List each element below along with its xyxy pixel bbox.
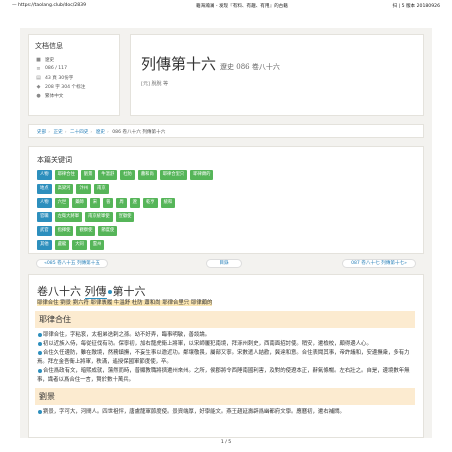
- doc-info-pages: ▤ 43 頁 30份字: [36, 74, 74, 81]
- tag-icon: ◆: [36, 83, 41, 90]
- keywords-panel: 本篇关键词 人物 耶律合住 劉景 牛溫舒 杜防 蕭和尚 耶律合里只 耶律頗的 地点 高梁河 汴州 南京…: [28, 146, 424, 254]
- keyword-tag[interactable]: 藥師: [72, 198, 87, 208]
- annotation-marker[interactable]: [38, 341, 42, 346]
- paragraph: 初以近族入侍，每從征伐有功。保寧初，加右龍虎衛上將軍，以宋師屢犯南境，拜涿州刺史…: [37, 340, 415, 349]
- keyword-tag[interactable]: 遼: [129, 198, 140, 208]
- keyword-tag[interactable]: 牛溫舒: [98, 170, 118, 180]
- breadcrumb-item[interactable]: 遼史: [96, 130, 105, 135]
- breadcrumb-current: 086 卷八十六 列傳第十六: [112, 129, 166, 135]
- header-site-title: 籍海瀚澜 - 发现『有料、有趣、有用』的古籍: [196, 4, 288, 9]
- list-icon: ≡: [36, 65, 41, 72]
- breadcrumb-item[interactable]: 正史: [54, 130, 63, 135]
- doc-info-marks: ◆ 208 字 304 个标注: [36, 83, 86, 90]
- keyword-tag[interactable]: 左衛大將軍: [54, 212, 83, 222]
- text-panel: 卷八十六 列傳 第十六 耶律合住 劉景 劉六符 耶律褭履 牛溫舒 杜防 蕭和尚 耶…: [28, 274, 424, 438]
- page-number: 1 / 5: [220, 440, 232, 445]
- keyword-row: 人物 六世 藥師宋晉周遼乾亨 統和: [37, 198, 415, 209]
- keyword-tag[interactable]: 統和: [160, 198, 176, 208]
- person-list: 耶律合住 劉景 劉六符 耶律褭履 牛溫舒 杜防 蕭和尚 耶律合里只 耶律頗的: [37, 300, 213, 306]
- page-header: — https://taolang.club/doc/2839 籍海瀚澜 - 发…: [0, 0, 452, 14]
- annotation-marker[interactable]: [38, 332, 42, 337]
- keyword-tag[interactable]: 指揮使: [54, 226, 74, 236]
- keyword-tag[interactable]: 耶律合里只: [159, 170, 188, 180]
- paragraph: 耶律合住，字粘衮，太祖弟迭剌之孫。幼不好弄，臨事明敏，善談論。: [37, 331, 415, 340]
- breadcrumb-item[interactable]: 二十四史: [70, 130, 88, 135]
- keyword-rows: 人物 耶律合住 劉景 牛溫舒 杜防 蕭和尚 耶律合里只 耶律頗的 地点 高梁河 汴州 南京 人物 六世 藥師…: [37, 170, 415, 251]
- doc-info-lang: ● 繁体中文: [36, 92, 64, 99]
- title-panel: 列傳第十六 遼史 086 卷八十六 [元] 脫脫 等: [130, 34, 424, 116]
- page-subtitle: 遼史 086 卷八十六: [220, 63, 280, 71]
- keyword-row: 武官 指揮使 觀察使 節度使: [37, 226, 415, 237]
- keyword-tag[interactable]: 宣徽使: [115, 212, 135, 222]
- header-url[interactable]: — https://taolang.club/doc/2839: [12, 3, 86, 8]
- keyword-tag[interactable]: 盧龍: [54, 240, 70, 250]
- keyword-tag[interactable]: 耶律合住: [54, 170, 78, 180]
- doc-info-book: ■ 遼史: [36, 56, 55, 63]
- page-icon: ▤: [36, 74, 41, 81]
- keyword-tag[interactable]: 周: [116, 198, 127, 208]
- section-heading: 劉景: [35, 388, 415, 405]
- keyword-tag[interactable]: 蕭和尚: [137, 170, 157, 180]
- breadcrumb-item[interactable]: 史部: [37, 130, 46, 135]
- page-title: 列傳第十六 遼史 086 卷八十六: [141, 55, 280, 73]
- chapter-nav: «085 卷八十五 列傳第十五 目錄 087 卷八十七 列傳第十七»: [28, 258, 424, 270]
- keyword-tag[interactable]: 高梁河: [54, 184, 74, 194]
- next-chapter-link[interactable]: 087 卷八十七 列傳第十七»: [342, 259, 416, 268]
- keyword-category-tag[interactable]: 武官: [37, 226, 52, 236]
- keyword-row: 其他 盧龍 大同 雲州: [37, 240, 415, 251]
- paragraph: 合住久任邊防，雖在敵境，然務鎮撫，不妄生事以邀近功。鄰壤敬畏，屬部又寧。宋數遣人…: [37, 350, 410, 365]
- annotation-marker[interactable]: [38, 350, 42, 355]
- header-version: 扫 | 5 版本 20180926: [392, 4, 440, 9]
- chapter-heading: 卷八十六 列傳 第十六: [37, 285, 146, 299]
- keywords-title: 本篇关键词: [37, 156, 72, 164]
- book-icon: ■: [36, 56, 41, 63]
- annotation-marker[interactable]: [38, 368, 42, 373]
- keyword-category-tag[interactable]: 人物: [37, 170, 52, 180]
- prev-chapter-link[interactable]: «085 卷八十五 列傳第十五: [36, 259, 108, 268]
- keyword-tag[interactable]: 杜防: [120, 170, 135, 180]
- doc-info-panel: 文档信息 ■ 遼史 ≡ 086 / 117 ▤ 43 頁 30份字 ◆ 208 字 30…: [28, 34, 120, 116]
- keyword-row: 官職 左衛大將軍 南京統軍使 宣徽使: [37, 212, 415, 223]
- paragraph: 劉景，字可大，河間人。四世祖怦，唐盧龍軍節度使。景資端厚，好學能文。燕王趙延壽辟…: [37, 408, 415, 417]
- keyword-category-tag[interactable]: 其他: [37, 240, 52, 250]
- annotation-marker[interactable]: [107, 290, 112, 294]
- keyword-row: 地点 高梁河 汴州 南京: [37, 184, 415, 195]
- keyword-tag[interactable]: 乾亨: [142, 198, 158, 208]
- contents-link[interactable]: 目錄: [206, 259, 242, 268]
- section-heading: 耶律合住: [35, 311, 415, 328]
- keyword-tag[interactable]: 汴州: [76, 184, 92, 194]
- keyword-tag[interactable]: 宋: [89, 198, 101, 208]
- keyword-tag[interactable]: 節度使: [98, 226, 118, 236]
- document-frame: 文档信息 ■ 遼史 ≡ 086 / 117 ▤ 43 頁 30份字 ◆ 208 字 30…: [20, 28, 432, 438]
- keyword-tag[interactable]: 南京: [94, 184, 109, 194]
- breadcrumb: 史部 › 正史 › 二十四史 › 遼史 › 086 卷八十六 列傳第十六: [28, 124, 424, 138]
- keyword-tag[interactable]: 晉: [103, 198, 114, 208]
- keyword-tag[interactable]: 觀察使: [76, 226, 96, 236]
- paragraph: 合住爲政有文，暗熙成就，蕩然而時，普顯教職將擠遷州來州。之所，侯郡將令西陲南國利…: [37, 368, 410, 383]
- keyword-tag[interactable]: 雲州: [89, 240, 105, 250]
- keyword-row: 人物 耶律合住 劉景 牛溫舒 杜防 蕭和尚 耶律合里只 耶律頗的: [37, 170, 415, 181]
- annotation-marker[interactable]: [38, 409, 42, 414]
- doc-info-title: 文档信息: [35, 42, 63, 50]
- author: [元] 脫脫 等: [141, 81, 169, 87]
- keyword-tag[interactable]: 劉景: [80, 170, 96, 180]
- keyword-tag[interactable]: 大同: [72, 240, 87, 250]
- keyword-tag[interactable]: 南京統軍使: [85, 212, 113, 222]
- keyword-tag[interactable]: 六世: [54, 198, 70, 208]
- keyword-category-tag[interactable]: 人物: [37, 198, 52, 208]
- keyword-category-tag[interactable]: 官職: [37, 212, 52, 222]
- doc-info-index: ≡ 086 / 117: [36, 65, 68, 72]
- language-icon: ●: [36, 92, 41, 99]
- keyword-tag[interactable]: 耶律頗的: [190, 170, 214, 180]
- keyword-category-tag[interactable]: 地点: [37, 184, 52, 194]
